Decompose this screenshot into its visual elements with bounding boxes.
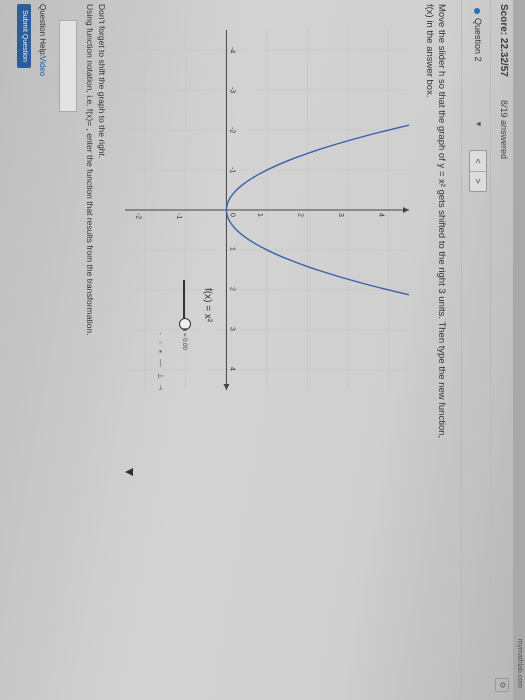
graph-tools[interactable]: · ◦ ▪ — ⟂ ⊣ bbox=[155, 332, 165, 392]
y-tick-label: 4 bbox=[378, 213, 385, 217]
video-link[interactable]: Video bbox=[38, 56, 47, 76]
y-axis-arrow bbox=[403, 207, 409, 213]
x-tick-label: 0 bbox=[228, 213, 235, 217]
x-axis-arrow bbox=[223, 384, 230, 390]
mouse-cursor-icon bbox=[125, 468, 133, 476]
x-tick-label: 2 bbox=[228, 287, 235, 291]
y-tick-label: 2 bbox=[297, 213, 304, 217]
x-tick-labels: -4 -3 -2 -1 0 1 2 3 4 bbox=[228, 47, 235, 371]
x-tick-label: -2 bbox=[228, 127, 235, 133]
y-tick-label: 1 bbox=[256, 213, 263, 217]
score-text: Score: 22.32/57 bbox=[498, 4, 509, 77]
h-slider-readout: h = 0.00 bbox=[181, 328, 187, 350]
hint-line1: Don't forget to shift the graph to the r… bbox=[97, 4, 107, 159]
question-header bbox=[461, 0, 491, 700]
submit-question-button[interactable]: Submit Question bbox=[17, 4, 31, 68]
x-tick-label: 3 bbox=[228, 327, 235, 331]
prev-question-button[interactable]: < bbox=[470, 151, 486, 172]
page: mymathlab.com Score: 22.32/57 8/19 answe… bbox=[0, 0, 525, 700]
answer-input[interactable] bbox=[59, 20, 77, 112]
chevron-down-icon[interactable]: ▼ bbox=[474, 120, 483, 128]
y-tick-label: 3 bbox=[337, 213, 344, 217]
y-tick-label: -1 bbox=[175, 213, 182, 219]
x-tick-label: -1 bbox=[228, 167, 235, 173]
browser-top-bar: mymathlab.com bbox=[513, 0, 525, 700]
x-tick-label: 1 bbox=[228, 247, 235, 251]
gear-icon[interactable]: ⚙ bbox=[495, 678, 509, 692]
question-help-label: Question Help: bbox=[38, 4, 47, 57]
y-tick-labels: -2 -1 1 2 3 4 bbox=[134, 213, 384, 219]
site-domain: mymathlab.com bbox=[516, 638, 523, 688]
question-prompt-line1: Move the slider h so that the graph of y… bbox=[436, 4, 447, 439]
screen: mymathlab.com Score: 22.32/57 8/19 answe… bbox=[0, 0, 525, 700]
x-tick-label: -3 bbox=[228, 87, 235, 93]
x-tick-label: -4 bbox=[228, 47, 235, 53]
question-prompt-line2: f(x) in the answer box. bbox=[424, 4, 435, 98]
x-tick-label: 4 bbox=[228, 367, 235, 371]
function-label: f(x) = x² bbox=[202, 288, 213, 323]
question-status-dot bbox=[474, 8, 480, 14]
answered-count: 8/19 answered bbox=[499, 100, 509, 160]
question-label[interactable]: Question 2 bbox=[473, 18, 483, 62]
y-tick-label: -2 bbox=[134, 213, 141, 219]
hint-line2: Using function notation, i.e. f(x)= , en… bbox=[85, 4, 95, 336]
question-nav: < > bbox=[469, 150, 487, 192]
next-question-button[interactable]: > bbox=[470, 171, 486, 191]
